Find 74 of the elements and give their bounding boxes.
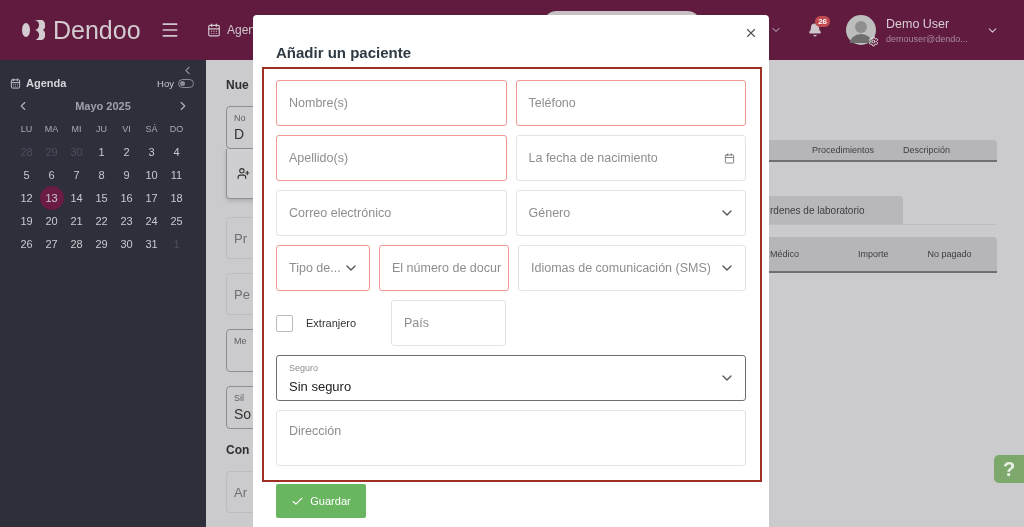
column-header: Médico	[770, 249, 800, 259]
field-placeholder: Pe	[234, 287, 250, 302]
calendar-day[interactable]: 18	[164, 185, 189, 210]
calendar-day[interactable]: 23	[114, 208, 139, 233]
weekday-label: MI	[71, 123, 82, 134]
field-label: Sil	[234, 392, 244, 403]
modal-title: Añadir un paciente	[276, 44, 412, 61]
calendar-day[interactable]: 27	[39, 231, 64, 256]
column-header: Procedimientos	[812, 145, 876, 155]
calendar-day[interactable]: 26	[14, 231, 39, 256]
weekday-label: LU	[20, 123, 33, 134]
calendar-day[interactable]: 9	[114, 162, 139, 187]
month-title: Mayo 2025	[75, 100, 131, 112]
section-title: Con	[226, 442, 250, 457]
checkbox-label: Extranjero	[306, 317, 357, 329]
menu-icon[interactable]	[160, 20, 180, 40]
field-value: So	[234, 405, 252, 422]
calendar-day[interactable]: 5	[14, 162, 39, 187]
calendar-day[interactable]: 10	[139, 162, 164, 187]
notification-badge: 26	[815, 16, 831, 27]
select-field[interactable]: Seguro Sin seguro	[276, 355, 746, 401]
column-header: Importe	[858, 249, 890, 259]
calendar-day[interactable]: 2	[114, 139, 139, 164]
calendar-day[interactable]: 15	[89, 185, 114, 210]
field-value: D	[234, 126, 245, 142]
checkbox[interactable]	[276, 314, 293, 332]
column-header: No pagado	[927, 249, 973, 259]
bell-icon[interactable]	[808, 23, 823, 37]
calendar-day[interactable]: 4	[164, 139, 189, 164]
calendar-day[interactable]: 30	[114, 231, 139, 256]
section-title: Nue	[226, 78, 249, 92]
field-label: Me	[234, 336, 247, 347]
calendar-day[interactable]: 22	[89, 208, 114, 233]
weekday-label: MA	[44, 123, 59, 134]
calendar-day[interactable]: 31	[139, 231, 164, 256]
calendar-day[interactable]: 8	[89, 162, 114, 187]
calendar-day[interactable]: 19	[14, 208, 39, 233]
field-placeholder: Pr	[234, 230, 247, 246]
weekday-label: JU	[96, 123, 107, 134]
calendar-day[interactable]: 20	[39, 208, 64, 233]
column-header: Descripción	[903, 145, 952, 155]
calendar-day[interactable]: 28	[64, 231, 89, 256]
logo-icon	[22, 18, 48, 42]
calendar-day[interactable]: 29	[89, 231, 114, 256]
weekday-label: VI	[122, 123, 131, 134]
calendar-day[interactable]: 12	[14, 185, 39, 210]
gear-icon	[868, 36, 880, 47]
calendar-day[interactable]: 7	[64, 162, 89, 187]
calendar-icon	[10, 77, 21, 89]
close-icon[interactable]	[744, 26, 758, 40]
calendar-day[interactable]: 16	[114, 185, 139, 210]
calendar-day[interactable]: 25	[164, 208, 189, 233]
calendar-day[interactable]: 14	[64, 185, 89, 210]
avatar[interactable]	[846, 15, 877, 45]
calendar-day[interactable]: 17	[139, 185, 164, 210]
weekday-label: DO	[169, 123, 184, 134]
logo-text: Dendoo	[53, 15, 141, 45]
field-label: No	[234, 113, 246, 123]
add-user-icon[interactable]	[237, 166, 250, 180]
calendar-day[interactable]: 1	[89, 139, 114, 164]
calendar-day[interactable]: 13	[39, 185, 64, 210]
calendar-icon	[724, 152, 735, 164]
calendar-day[interactable]: 24	[139, 208, 164, 233]
calendar-icon[interactable]	[207, 23, 221, 37]
calendar-day[interactable]: 11	[164, 162, 189, 187]
field-placeholder: Ar	[234, 484, 247, 500]
calendar-day[interactable]: 3	[139, 139, 164, 164]
calendar-day[interactable]: 21	[64, 208, 89, 233]
calendar-day[interactable]: 6	[39, 162, 64, 187]
user-email: demouser@dendo...	[886, 33, 969, 44]
user-name: Demo User	[886, 16, 951, 31]
weekday-label: SÁ	[145, 123, 158, 134]
today-label: Hoy	[157, 77, 174, 89]
sidebar-title: Agenda	[26, 77, 67, 89]
